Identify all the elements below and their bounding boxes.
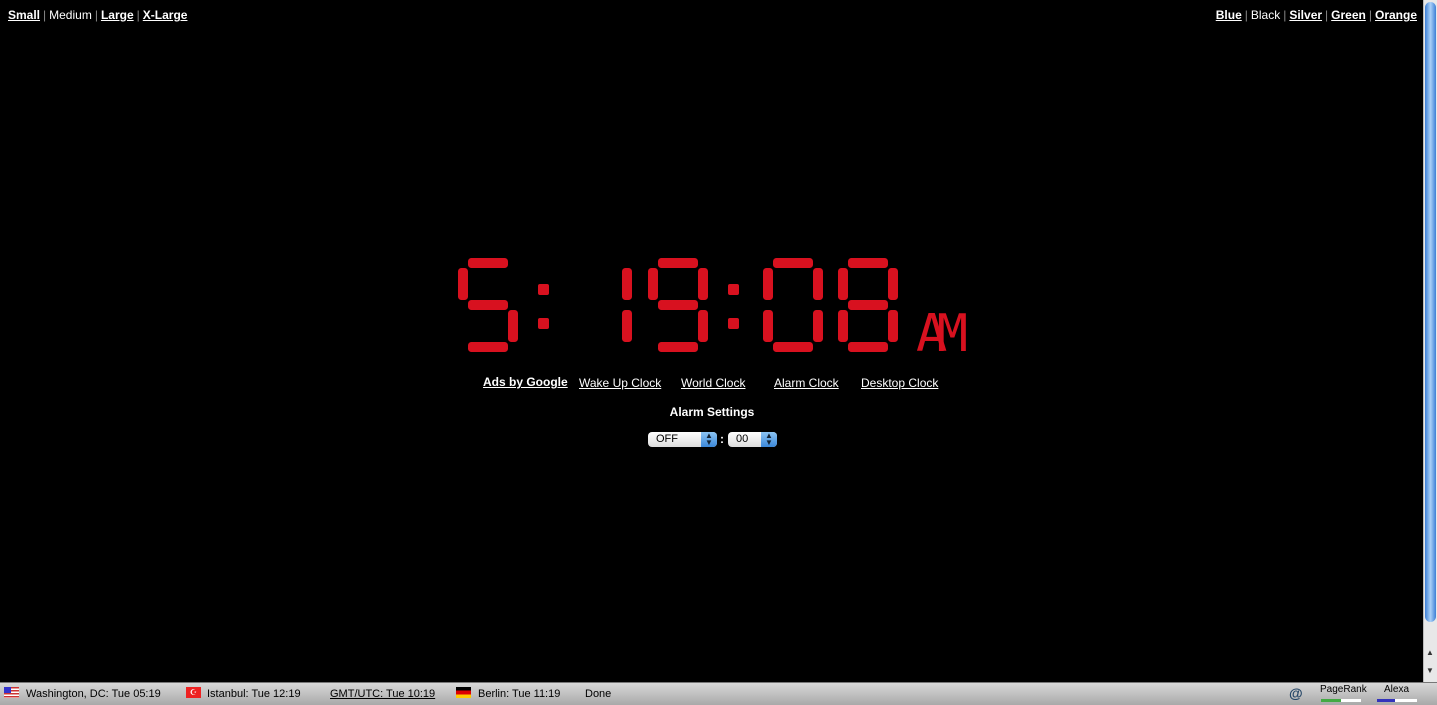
digit-segment — [698, 310, 708, 342]
digit-segment — [838, 310, 848, 342]
digit-segment — [508, 310, 518, 342]
digit-segment — [888, 268, 898, 300]
digit-segment — [813, 310, 823, 342]
digit-segment — [848, 300, 888, 310]
digit-segment — [813, 268, 823, 300]
desktop-clock-link[interactable]: Desktop Clock — [861, 376, 938, 390]
digit-segment — [648, 268, 658, 300]
alarm-minute-value: 00 — [736, 433, 749, 445]
alarm-hour-value: OFF — [656, 433, 678, 445]
turkey-flag-icon: ☪ — [186, 687, 201, 698]
digit-segment — [838, 268, 848, 300]
alarm-settings-title: Alarm Settings — [669, 405, 755, 419]
digit-segment — [658, 342, 698, 352]
scroll-down-icon[interactable]: ▼ — [1426, 666, 1434, 675]
wake-up-clock-link[interactable]: Wake Up Clock — [579, 376, 661, 390]
clock-digit-5 — [458, 258, 518, 352]
clock-colon — [538, 284, 549, 329]
digit-segment — [773, 342, 813, 352]
status-bar: Washington, DC: Tue 05:19 ☪ Istanbul: Tu… — [0, 682, 1437, 705]
status-text: Done — [585, 688, 612, 700]
alexa-bar — [1377, 699, 1417, 702]
digit-segment — [848, 342, 888, 352]
istanbul-time: Istanbul: Tue 12:19 — [207, 688, 301, 700]
at-sign-icon[interactable]: @ — [1289, 685, 1303, 701]
digit-segment — [728, 284, 739, 295]
digit-segment — [773, 258, 813, 268]
ampm-text: AM — [916, 304, 968, 364]
alarm-hour-select[interactable]: OFF ▲ ▼ — [648, 432, 717, 447]
pagerank-label: PageRank — [1320, 684, 1367, 695]
digit-segment — [698, 268, 708, 300]
clock-colon — [728, 284, 739, 329]
digit-segment — [848, 258, 888, 268]
digit-segment — [468, 342, 508, 352]
clock-ampm: AM — [916, 304, 968, 364]
alarm-minute-select[interactable]: 00 ▲ ▼ — [728, 432, 777, 447]
digit-segment — [468, 300, 508, 310]
select-arrows-icon: ▲ ▼ — [761, 432, 777, 447]
world-clock-link[interactable]: World Clock — [681, 376, 745, 390]
us-flag-icon — [4, 687, 19, 698]
digital-clock-display: AM — [458, 258, 968, 364]
alexa-label: Alexa — [1384, 684, 1410, 695]
clock-digit-9 — [648, 258, 708, 352]
germany-flag-icon — [456, 687, 471, 698]
digit-segment — [888, 310, 898, 342]
digit-segment — [622, 310, 632, 342]
digit-segment — [622, 268, 632, 300]
digit-segment — [458, 268, 468, 300]
vertical-scrollbar[interactable]: ▲ ▼ — [1423, 0, 1437, 682]
digit-segment — [468, 258, 508, 268]
clock-digit-8 — [838, 258, 898, 352]
digit-segment — [658, 258, 698, 268]
gmt-time-link[interactable]: GMT/UTC: Tue 10:19 — [330, 688, 435, 700]
digit-segment — [658, 300, 698, 310]
digit-segment — [538, 318, 549, 329]
digit-segment — [728, 318, 739, 329]
scrollbar-thumb[interactable] — [1425, 2, 1436, 622]
pagerank-bar — [1321, 699, 1361, 702]
digit-segment — [538, 284, 549, 295]
berlin-time: Berlin: Tue 11:19 — [478, 688, 561, 700]
ads-by-google-link[interactable]: Ads by Google — [483, 375, 568, 389]
alarm-clock-link[interactable]: Alarm Clock — [774, 376, 839, 390]
scroll-up-icon[interactable]: ▲ — [1426, 648, 1434, 657]
washington-time: Washington, DC: Tue 05:19 — [26, 688, 161, 700]
clock-digit-1 — [622, 268, 632, 342]
clock-digit-0 — [763, 258, 823, 352]
digit-segment — [763, 310, 773, 342]
select-arrows-icon: ▲ ▼ — [701, 432, 717, 447]
digit-segment — [763, 268, 773, 300]
alarm-separator: : — [720, 432, 724, 446]
